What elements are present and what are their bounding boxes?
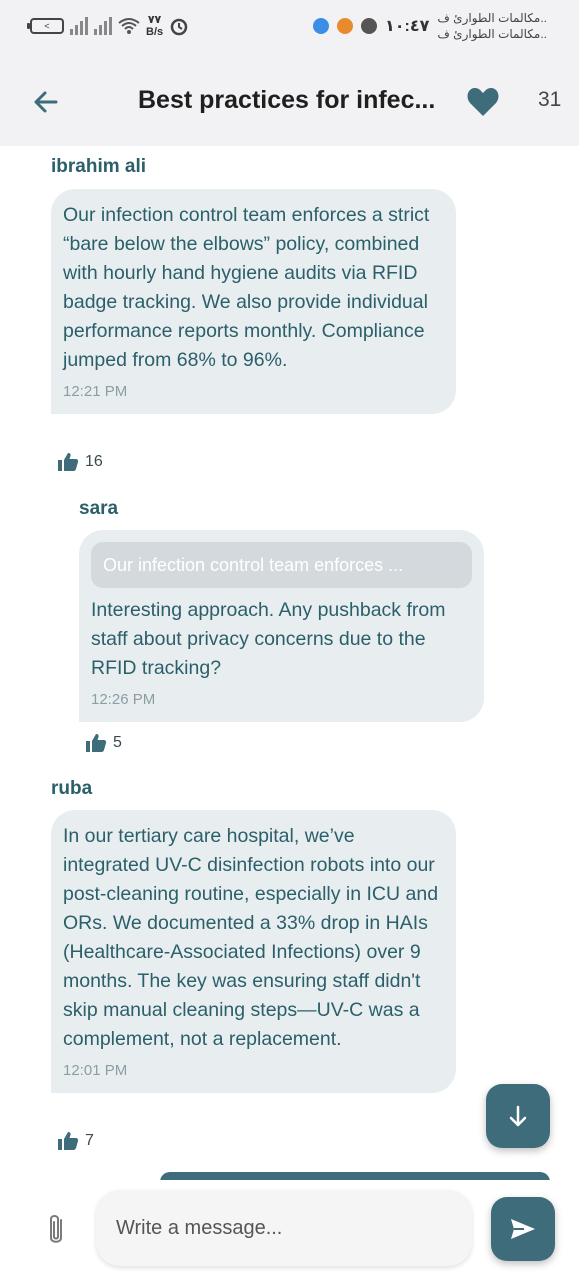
message-time: 12:01 PM xyxy=(63,1062,128,1079)
message-author: sara xyxy=(79,498,119,519)
composer xyxy=(0,1180,579,1280)
send-button[interactable] xyxy=(491,1197,555,1261)
message-author: ruba xyxy=(51,778,93,799)
attach-button[interactable] xyxy=(44,1212,68,1248)
reaction[interactable]: 16 xyxy=(57,452,103,472)
message-time: 12:26 PM xyxy=(91,691,156,708)
network-speed: ٧٧ B/s xyxy=(146,14,164,38)
app-notification-icon xyxy=(313,18,330,34)
wifi-icon xyxy=(118,18,140,34)
reaction[interactable]: 7 xyxy=(57,1131,94,1151)
scroll-to-bottom-button[interactable] xyxy=(486,1084,550,1148)
signal-icon xyxy=(70,17,88,35)
message-text: Interesting approach. Any pushback from … xyxy=(91,599,446,679)
message-bubble[interactable]: In our tertiary care hospital, we’ve int… xyxy=(51,810,456,1093)
quoted-message[interactable]: Our infection control team enforces ... xyxy=(91,542,472,588)
signal-icon xyxy=(94,17,112,35)
message-text: Our infection control team enforces a st… xyxy=(63,204,430,371)
message-time: 12:21 PM xyxy=(63,383,128,400)
status-time: ١٠:٤٧ xyxy=(385,18,430,35)
chat-messages[interactable]: ibrahim ali Our infection control team e… xyxy=(0,146,579,1178)
messenger-icon xyxy=(361,18,378,34)
heart-icon xyxy=(467,88,499,116)
arrow-down-icon xyxy=(509,1105,527,1127)
reaction-count: 7 xyxy=(85,1132,94,1149)
message-bubble[interactable]: Our infection control team enforces a st… xyxy=(51,189,456,414)
reaction-count: 16 xyxy=(85,453,103,470)
back-button[interactable] xyxy=(30,86,62,118)
like-button[interactable] xyxy=(466,86,500,118)
reaction-count: 5 xyxy=(113,734,122,751)
status-left: < ٧٧ B/s xyxy=(27,14,189,38)
message-author: ibrahim ali xyxy=(51,156,147,177)
reaction[interactable]: 5 xyxy=(85,733,122,753)
status-right: ١٠:٤٧ مكالمات الطوارئ ف.. مكالمات الطوار… xyxy=(313,10,547,42)
app-notification-icon xyxy=(337,18,354,34)
status-bar: < ٧٧ B/s ١٠:٤٧ مكالمات الطوارئ ف.. مكالما… xyxy=(0,0,579,60)
paperclip-icon xyxy=(50,1215,62,1243)
alarm-icon xyxy=(170,18,188,36)
message-input[interactable] xyxy=(96,1190,472,1266)
thumbs-up-icon xyxy=(86,734,107,752)
page-title: Best practices for infec... xyxy=(138,86,436,114)
app-bar: Best practices for infec... 31 xyxy=(0,60,579,146)
battery-icon: < xyxy=(27,18,64,34)
message-text: In our tertiary care hospital, we’ve int… xyxy=(63,825,439,1050)
arrow-left-icon xyxy=(34,91,58,113)
thumbs-up-icon xyxy=(58,453,79,471)
thumbs-up-icon xyxy=(58,1132,79,1150)
like-count: 31 xyxy=(538,88,562,111)
message-bubble[interactable]: Our infection control team enforces ... … xyxy=(79,530,484,722)
notification-text: مكالمات الطوارئ ف.. مكالمات الطوارئ ف.. xyxy=(437,11,547,41)
send-icon xyxy=(511,1219,535,1239)
